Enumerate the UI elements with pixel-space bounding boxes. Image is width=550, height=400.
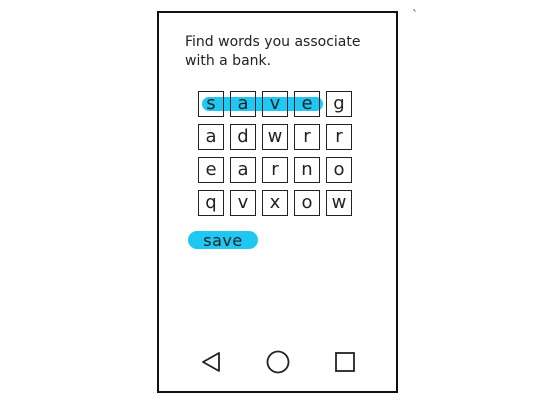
grid-cell[interactable]: a xyxy=(198,124,224,150)
grid-cell[interactable]: a xyxy=(230,157,256,183)
stray-mark: ` xyxy=(412,8,418,22)
grid-cell[interactable]: x xyxy=(262,190,288,216)
grid-cell[interactable]: o xyxy=(326,157,352,183)
grid-cell[interactable]: g xyxy=(326,91,352,117)
grid-cell[interactable]: r xyxy=(262,157,288,183)
home-icon[interactable] xyxy=(263,347,293,377)
grid-cell[interactable]: w xyxy=(326,190,352,216)
grid-cell[interactable]: e xyxy=(294,91,320,117)
grid-cell[interactable]: r xyxy=(294,124,320,150)
grid-cell[interactable]: r xyxy=(326,124,352,150)
grid-cell[interactable]: e xyxy=(198,157,224,183)
instruction-text: Find words you associate with a bank. xyxy=(185,34,361,69)
found-word-badge: save xyxy=(188,231,258,250)
grid-cell[interactable]: o xyxy=(294,190,320,216)
grid-cell[interactable]: v xyxy=(262,91,288,117)
grid-cell[interactable]: a xyxy=(230,91,256,117)
grid-cell[interactable]: s xyxy=(198,91,224,117)
grid-cell[interactable]: w xyxy=(262,124,288,150)
android-nav-bar xyxy=(159,347,396,377)
letter-grid: s a v e g a d w r r e a r n o q v x o w xyxy=(198,91,352,216)
recent-apps-icon[interactable] xyxy=(330,347,360,377)
back-icon[interactable] xyxy=(197,347,227,377)
phone-frame: Find words you associate with a bank. s … xyxy=(157,11,398,393)
grid-cell[interactable]: n xyxy=(294,157,320,183)
grid-cell[interactable]: d xyxy=(230,124,256,150)
grid-cell[interactable]: v xyxy=(230,190,256,216)
grid-cell[interactable]: q xyxy=(198,190,224,216)
